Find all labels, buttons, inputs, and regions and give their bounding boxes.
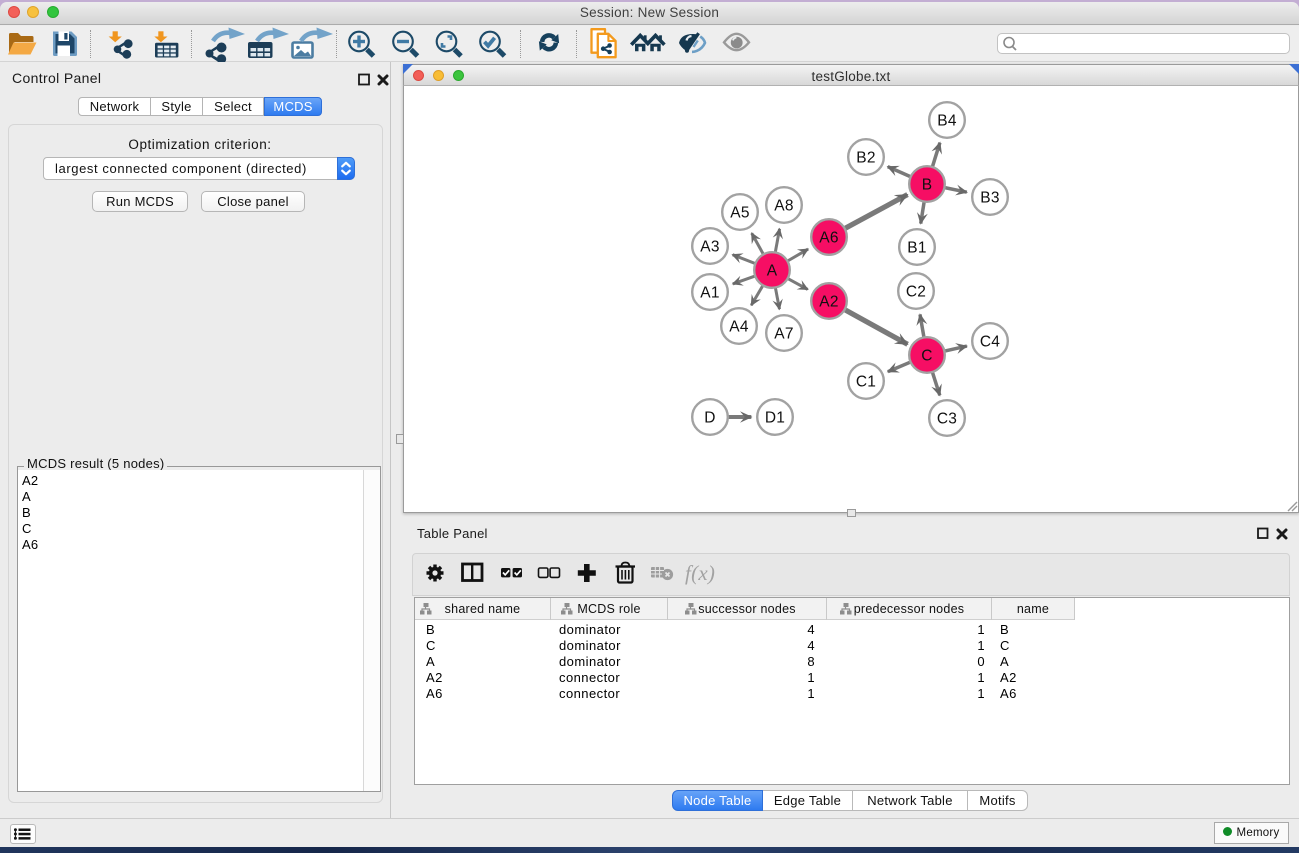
svg-text:D1: D1 xyxy=(765,410,785,427)
svg-text:A8: A8 xyxy=(774,198,793,215)
svg-text:B4: B4 xyxy=(937,113,957,130)
svg-text:B1: B1 xyxy=(907,240,926,257)
svg-text:B3: B3 xyxy=(980,190,999,207)
svg-text:A5: A5 xyxy=(730,205,749,222)
svg-text:A7: A7 xyxy=(774,326,793,343)
svg-text:C1: C1 xyxy=(856,374,876,391)
svg-text:A6: A6 xyxy=(819,230,838,247)
svg-text:f(x): f(x) xyxy=(685,561,715,585)
svg-text:B2: B2 xyxy=(856,150,875,167)
svg-text:A3: A3 xyxy=(700,239,719,256)
svg-text:A4: A4 xyxy=(729,319,749,336)
svg-text:A2: A2 xyxy=(819,294,838,311)
svg-text:D: D xyxy=(704,410,715,427)
svg-text:C4: C4 xyxy=(980,334,1000,351)
svg-text:C3: C3 xyxy=(937,411,957,428)
svg-text:C: C xyxy=(921,348,932,365)
svg-text:B: B xyxy=(922,177,933,194)
svg-text:A1: A1 xyxy=(700,285,719,302)
svg-text:A: A xyxy=(767,263,778,280)
svg-text:C2: C2 xyxy=(906,284,926,301)
